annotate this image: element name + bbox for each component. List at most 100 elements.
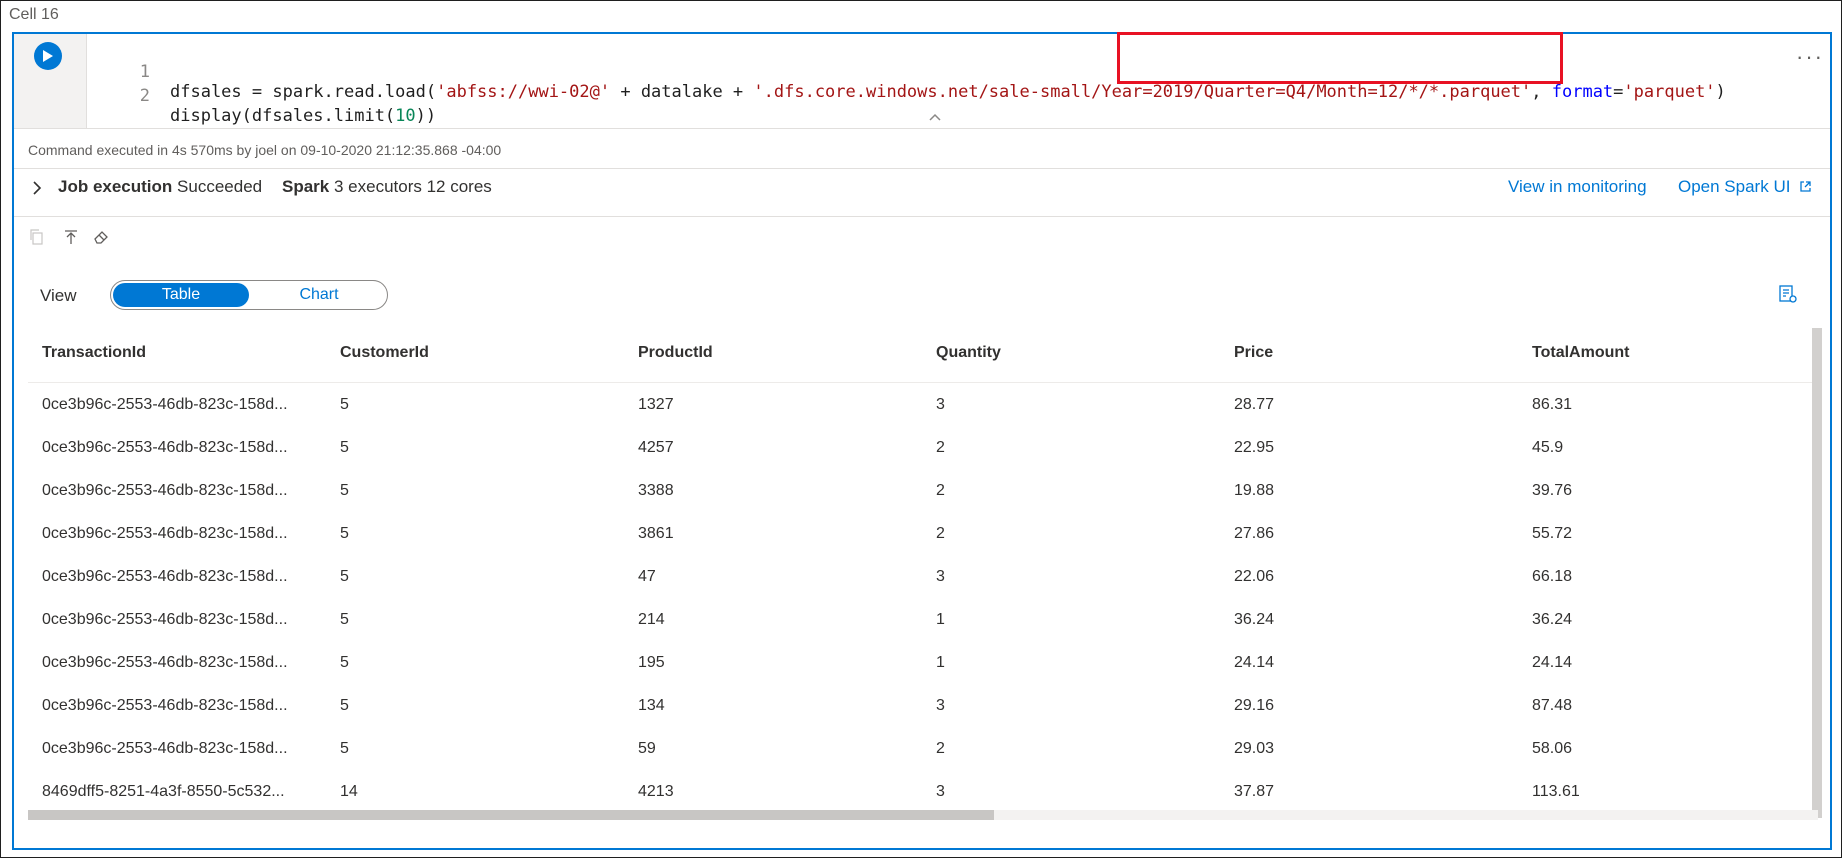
table-cell: 5: [340, 438, 349, 456]
code-text: display(dfsales.limit(10)): [170, 106, 437, 126]
view-in-monitoring-link[interactable]: View in monitoring: [1508, 177, 1647, 197]
table-cell: 24.14: [1234, 653, 1275, 671]
table-cell: 5: [340, 395, 349, 413]
table-cell: 2: [936, 481, 945, 499]
results-table: TransactionId CustomerId ProductId Quant…: [28, 324, 1816, 813]
table-row[interactable]: 0ce3b96c-2553-46db-823c-158d... 5 134 3 29.1…: [28, 684, 1816, 727]
table-cell: 66.18: [1532, 567, 1573, 585]
column-header[interactable]: TransactionId: [28, 324, 326, 383]
table-cell: 8469dff5-8251-4a3f-8550-5c532...: [42, 782, 285, 800]
table-cell: 0ce3b96c-2553-46db-823c-158d...: [42, 739, 288, 757]
table-cell: 3: [936, 696, 945, 714]
table-cell: 3: [936, 782, 945, 800]
code-text: dfsales = spark.read.load('abfss://wwi-0…: [170, 82, 1726, 102]
column-header[interactable]: TotalAmount: [1518, 324, 1816, 383]
table-cell: 24.14: [1532, 653, 1573, 671]
pin-icon[interactable]: [62, 228, 80, 246]
table-cell: 0ce3b96c-2553-46db-823c-158d...: [42, 696, 288, 714]
column-header[interactable]: CustomerId: [326, 324, 624, 383]
table-row[interactable]: 8469dff5-8251-4a3f-8550-5c532... 14 4213 3 3…: [28, 770, 1816, 813]
code-editor[interactable]: 1 dfsales = spark.read.load('abfss://wwi…: [14, 32, 1830, 129]
tab-chart[interactable]: Chart: [253, 283, 385, 307]
table-row[interactable]: 0ce3b96c-2553-46db-823c-158d... 5 4257 2 22.…: [28, 426, 1816, 469]
table-cell: 4257: [638, 438, 674, 456]
job-execution-row: Job execution Succeeded Spark 3 executor…: [14, 168, 1830, 206]
table-row[interactable]: 0ce3b96c-2553-46db-823c-158d... 5 195 1 24.1…: [28, 641, 1816, 684]
table-cell: 195: [638, 653, 665, 671]
spark-info: Spark 3 executors 12 cores: [282, 177, 492, 196]
line-number: 2: [139, 86, 150, 106]
table-cell: 5: [340, 567, 349, 585]
column-header[interactable]: ProductId: [624, 324, 922, 383]
table-cell: 22.95: [1234, 438, 1275, 456]
table-cell: 1: [936, 610, 945, 628]
table-row[interactable]: 0ce3b96c-2553-46db-823c-158d... 5 3861 2 27.…: [28, 512, 1816, 555]
cell-label: Cell 16: [9, 6, 59, 23]
table-cell: 5: [340, 481, 349, 499]
table-cell: 86.31: [1532, 395, 1573, 413]
table-cell: 2: [936, 524, 945, 542]
column-header[interactable]: Price: [1220, 324, 1518, 383]
path-highlight-box: [1117, 32, 1563, 84]
chevron-up-icon[interactable]: [928, 112, 942, 122]
table-row[interactable]: 0ce3b96c-2553-46db-823c-158d... 5 1327 3 28.…: [28, 383, 1816, 427]
copy-icon[interactable]: [28, 228, 46, 246]
table-cell: 3: [936, 395, 945, 413]
results-table-container[interactable]: TransactionId CustomerId ProductId Quant…: [28, 324, 1816, 818]
table-cell: 5: [340, 524, 349, 542]
more-icon[interactable]: ···: [1796, 44, 1824, 70]
table-row[interactable]: 0ce3b96c-2553-46db-823c-158d... 5 3388 2 19.…: [28, 469, 1816, 512]
chevron-right-icon[interactable]: [32, 180, 42, 196]
table-cell: 37.87: [1234, 782, 1275, 800]
code-line-1[interactable]: 1 dfsales = spark.read.load('abfss://wwi…: [14, 42, 1726, 102]
divider: [14, 216, 1830, 217]
table-cell: 22.06: [1234, 567, 1275, 585]
table-cell: 3861: [638, 524, 674, 542]
table-cell: 47: [638, 567, 656, 585]
table-cell: 5: [340, 610, 349, 628]
table-cell: 0ce3b96c-2553-46db-823c-158d...: [42, 395, 288, 413]
open-spark-ui-link[interactable]: Open Spark UI: [1678, 177, 1812, 197]
line-number: 1: [139, 62, 150, 82]
table-cell: 214: [638, 610, 665, 628]
table-cell: 36.24: [1234, 610, 1275, 628]
table-row[interactable]: 0ce3b96c-2553-46db-823c-158d... 5 59 2 29.03…: [28, 727, 1816, 770]
table-cell: 29.03: [1234, 739, 1275, 757]
table-cell: 1327: [638, 395, 674, 413]
table-cell: 2: [936, 739, 945, 757]
table-cell: 5: [340, 653, 349, 671]
table-cell: 0ce3b96c-2553-46db-823c-158d...: [42, 481, 288, 499]
table-cell: 0ce3b96c-2553-46db-823c-158d...: [42, 653, 288, 671]
table-cell: 0ce3b96c-2553-46db-823c-158d...: [42, 567, 288, 585]
table-cell: 27.86: [1234, 524, 1275, 542]
table-cell: 113.61: [1532, 782, 1580, 800]
table-cell: 3388: [638, 481, 674, 499]
table-row[interactable]: 0ce3b96c-2553-46db-823c-158d... 5 47 3 22.06…: [28, 555, 1816, 598]
table-cell: 28.77: [1234, 395, 1275, 413]
table-cell: 87.48: [1532, 696, 1573, 714]
vertical-scrollbar[interactable]: [1812, 328, 1822, 818]
table-cell: 36.24: [1532, 610, 1573, 628]
table-cell: 0ce3b96c-2553-46db-823c-158d...: [42, 438, 288, 456]
table-cell: 39.76: [1532, 481, 1573, 499]
chart-settings-icon[interactable]: [1778, 284, 1798, 304]
horizontal-scrollbar-thumb[interactable]: [28, 810, 994, 820]
table-row[interactable]: 0ce3b96c-2553-46db-823c-158d... 5 214 1 36.2…: [28, 598, 1816, 641]
table-cell: 0ce3b96c-2553-46db-823c-158d...: [42, 524, 288, 542]
table-cell: 134: [638, 696, 665, 714]
table-cell: 0ce3b96c-2553-46db-823c-158d...: [42, 610, 288, 628]
column-header[interactable]: Quantity: [922, 324, 1220, 383]
view-toggle[interactable]: Table Chart: [110, 280, 388, 310]
view-label: View: [40, 286, 77, 305]
notebook-cell[interactable]: 1 dfsales = spark.read.load('abfss://wwi…: [12, 32, 1832, 850]
table-cell: 19.88: [1234, 481, 1275, 499]
table-cell: 59: [638, 739, 656, 757]
code-line-2[interactable]: 2 display(dfsales.limit(10)): [14, 66, 436, 126]
table-cell: 4213: [638, 782, 674, 800]
table-cell: 29.16: [1234, 696, 1275, 714]
table-cell: 3: [936, 567, 945, 585]
table-cell: 45.9: [1532, 438, 1564, 456]
external-link-icon: [1800, 181, 1811, 192]
eraser-icon[interactable]: [92, 228, 110, 246]
tab-table[interactable]: Table: [113, 283, 249, 307]
